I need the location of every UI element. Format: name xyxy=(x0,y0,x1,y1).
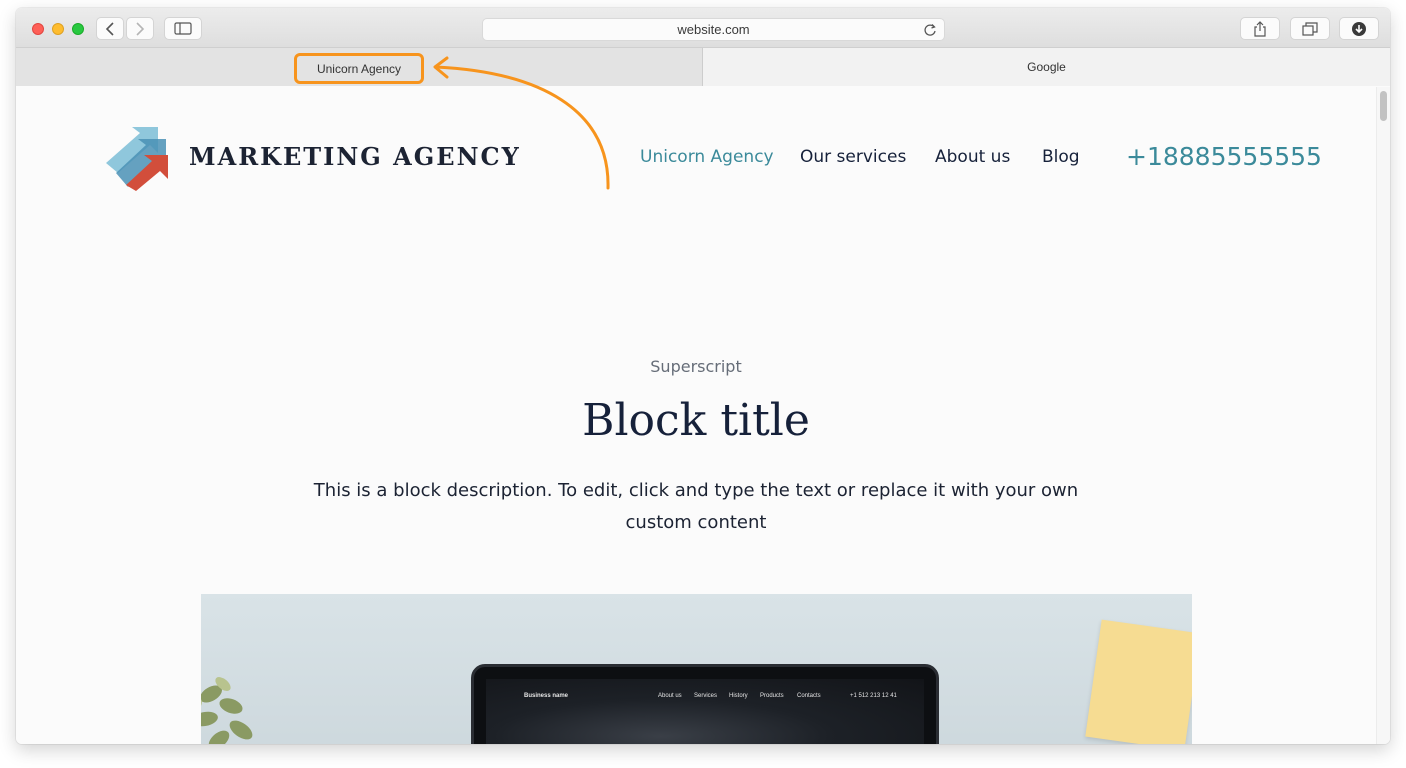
back-icon xyxy=(105,21,114,36)
sidebar-button[interactable] xyxy=(164,17,202,40)
brand-name[interactable]: MARKETING AGENCY xyxy=(189,142,521,171)
forward-button[interactable] xyxy=(126,17,154,40)
browser-toolbar: website.com xyxy=(16,8,1390,48)
nav-blog[interactable]: Blog xyxy=(1042,147,1080,167)
laptop-screen-nav-item: About us xyxy=(658,693,682,699)
laptop-screen-nav-item: Services xyxy=(694,693,718,699)
page-scrollbar[interactable] xyxy=(1376,87,1390,744)
nav-about-us[interactable]: About us xyxy=(935,147,1010,167)
tabs-icon xyxy=(1302,21,1318,36)
logo-arrows-icon[interactable] xyxy=(106,125,172,191)
laptop-screen-nav-item: History xyxy=(729,693,748,699)
sidebar-icon xyxy=(174,22,192,35)
laptop-screen-brand: Business name xyxy=(524,693,569,699)
browser-window: website.com Unicorn Agency Google MARKET… xyxy=(16,8,1390,744)
address-bar[interactable]: website.com xyxy=(482,18,945,41)
tab-highlight-outline xyxy=(294,53,424,84)
laptop-screen: Business name About us Services History … xyxy=(486,679,924,744)
tab-google[interactable]: Google xyxy=(703,48,1390,86)
laptop-image: Business name About us Services History … xyxy=(471,664,939,744)
laptop-screen-nav-item: Products xyxy=(760,693,784,699)
laptop-screen-phone: +1 512 213 12 41 xyxy=(850,693,897,699)
forward-icon xyxy=(136,21,145,36)
nav-unicorn-agency[interactable]: Unicorn Agency xyxy=(640,147,774,167)
reload-icon[interactable] xyxy=(923,23,937,37)
zoom-window-button[interactable] xyxy=(72,23,84,35)
nav-our-services[interactable]: Our services xyxy=(800,147,906,167)
url-text: website.com xyxy=(677,22,750,37)
hero-image: Business name About us Services History … xyxy=(201,594,1192,744)
back-button[interactable] xyxy=(96,17,124,40)
downloads-button[interactable] xyxy=(1339,17,1379,40)
web-page: MARKETING AGENCY Unicorn Agency Our serv… xyxy=(16,87,1390,744)
tabs-overview-button[interactable] xyxy=(1290,17,1330,40)
minimize-window-button[interactable] xyxy=(52,23,64,35)
tab-google-label: Google xyxy=(1027,60,1066,74)
block-description: This is a block description. To edit, cl… xyxy=(313,480,1079,533)
laptop-screen-nav-item: Contacts xyxy=(797,693,821,699)
share-icon xyxy=(1254,20,1266,37)
block-title: Block title xyxy=(582,395,810,446)
close-window-button[interactable] xyxy=(32,23,44,35)
share-button[interactable] xyxy=(1240,17,1280,40)
plant-image xyxy=(201,677,253,744)
phone-number[interactable]: +18885555555 xyxy=(1126,142,1322,171)
scrollbar-thumb[interactable] xyxy=(1380,91,1387,121)
sticky-note-image xyxy=(1085,619,1192,744)
download-icon xyxy=(1352,21,1366,36)
tab-bar: Unicorn Agency Google xyxy=(16,48,1390,86)
block-superscript: Superscript xyxy=(650,357,742,376)
